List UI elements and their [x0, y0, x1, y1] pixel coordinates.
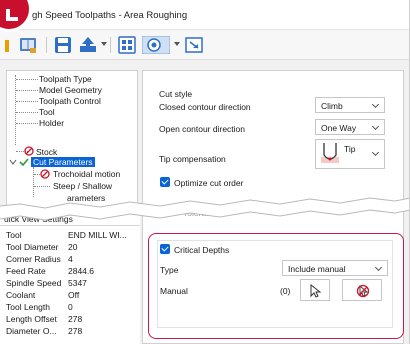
check-icon [19, 158, 29, 167]
torn-edge-decoration [0, 197, 409, 221]
export-icon[interactable] [78, 36, 98, 54]
tree-item-toolpath-type[interactable]: Toolpath Type [39, 74, 92, 84]
app-window: gh Speed Toolpaths - Area Roughing Toolp… [0, 0, 410, 344]
manual-label: Manual [160, 286, 188, 296]
quick-view-row: Diameter O... 278 [6, 326, 83, 336]
quick-view-row: Length Offset 278 [6, 314, 83, 324]
error-icon [40, 169, 50, 179]
cursor-pointer-icon [310, 284, 322, 298]
manual-count: (0) [280, 286, 291, 296]
quick-view-row: Tool Length 0 [6, 302, 73, 312]
toolbar [0, 30, 409, 60]
open-contour-label: Open contour direction [159, 124, 245, 134]
tree-item-stock[interactable]: Stock [36, 147, 57, 157]
critical-depths-title: Critical Depths [174, 245, 230, 255]
chevron-down-icon [371, 148, 380, 157]
frame-icon[interactable] [184, 36, 204, 54]
cut-style-group-title: Cut style [159, 89, 193, 99]
expand-chevron-icon[interactable] [9, 158, 17, 166]
tip-compensation-label: Tip compensation [159, 154, 226, 164]
tree-item-holder[interactable]: Holder [39, 118, 64, 128]
save-icon[interactable] [54, 36, 72, 54]
quick-view-row: Coolant Off [6, 290, 80, 300]
tip-compensation-select[interactable]: Tip [315, 139, 385, 169]
quick-view-row: Spindle Speed 5347 [6, 278, 87, 288]
toolbar-overflow-icon[interactable] [2, 36, 12, 54]
tree-item-cut-parameters[interactable]: Cut Parameters [31, 157, 95, 167]
chevron-down-icon [374, 263, 383, 272]
open-contour-select[interactable]: One Way [315, 119, 385, 135]
view-dropdown-icon[interactable] [174, 42, 180, 46]
calculator-icon[interactable] [118, 36, 136, 54]
tree-item-trochoidal-motion[interactable]: Trochoidal motion [53, 169, 120, 179]
view-mode-icon[interactable] [142, 36, 170, 54]
quick-view-list: Tool END MILL WI... Tool Diameter 20 Corne… [0, 226, 140, 344]
error-icon [24, 146, 34, 156]
critical-depths-highlight: Critical Depths Type Include manual Manu… [148, 233, 404, 339]
title-bar: gh Speed Toolpaths - Area Roughing [0, 0, 409, 30]
quick-view-row: Tool END MILL WI... [6, 230, 127, 240]
clear-depths-button[interactable] [342, 279, 382, 301]
tree-item-model-geometry[interactable]: Model Geometry [39, 85, 102, 95]
tree-item-toolpath-control[interactable]: Toolpath Control [39, 96, 101, 106]
window-title: gh Speed Toolpaths - Area Roughing [32, 10, 188, 21]
pick-depth-button[interactable] [300, 279, 330, 301]
export-dropdown-icon[interactable] [101, 42, 107, 46]
no-cursor-icon [356, 284, 370, 298]
quick-view-row: Tool Diameter 20 [6, 242, 78, 252]
closed-contour-select[interactable]: Climb [315, 97, 385, 113]
critical-depths-checkbox[interactable] [160, 244, 170, 254]
closed-contour-label: Closed contour direction [159, 102, 251, 112]
chevron-down-icon [371, 100, 380, 109]
open-book-icon[interactable] [18, 36, 38, 54]
critical-depths-group: Critical Depths Type Include manual Manu… [157, 240, 393, 328]
critical-depths-type-select[interactable]: Include manual [282, 260, 388, 276]
type-label: Type [160, 265, 179, 275]
quick-view-row: Corner Radius 4 [6, 254, 73, 264]
quick-view-row: Feed Rate 2844.6 [6, 266, 94, 276]
tree-item-tool[interactable]: Tool [39, 107, 55, 117]
tool-tip-icon [321, 143, 339, 163]
chevron-down-icon [371, 122, 380, 131]
